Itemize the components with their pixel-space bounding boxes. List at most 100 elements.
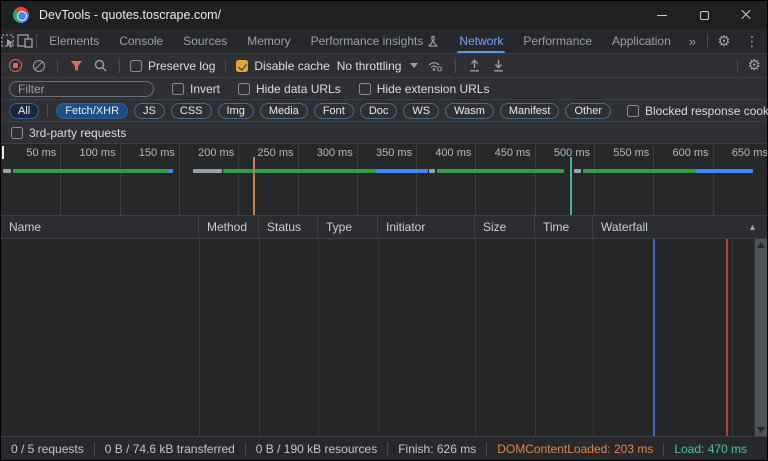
column-header-size[interactable]: Size (475, 216, 535, 238)
checkbox-icon (359, 83, 371, 95)
scrollbar[interactable] (754, 239, 767, 436)
filter-pill-all[interactable]: All (9, 103, 39, 119)
tab-label: Performance insights (311, 34, 424, 48)
network-conditions-button[interactable] (425, 60, 445, 72)
settings-button[interactable]: ⚙ (711, 34, 737, 49)
filter-pill-wasm[interactable]: Wasm (445, 103, 494, 119)
filter-pill-css[interactable]: CSS (171, 103, 212, 119)
column-header-label: Time (543, 220, 569, 234)
devtools-window: DevTools - quotes.toscrape.com/ Elements… (0, 0, 768, 461)
checkbox-icon (130, 60, 142, 72)
filter-input[interactable] (9, 81, 154, 97)
tab-elements[interactable]: Elements (39, 29, 109, 53)
third-party-requests-checkbox[interactable]: 3rd-party requests (11, 126, 126, 140)
tab-memory[interactable]: Memory (237, 29, 300, 53)
checkbox-icon (627, 105, 639, 117)
preserve-log-checkbox[interactable]: Preserve log (130, 59, 215, 73)
clear-network-log-button[interactable] (31, 60, 47, 72)
blocked-response-cookies-checkbox[interactable]: Blocked response cookies (627, 104, 768, 118)
import-har-button[interactable] (466, 59, 483, 72)
hide-data-urls-checkbox[interactable]: Hide data URLs (238, 82, 341, 96)
timeline-tick-label: 650 ms (708, 147, 767, 159)
filter-row: Invert Hide data URLs Hide extension URLs (1, 78, 767, 100)
invert-checkbox[interactable]: Invert (172, 82, 220, 96)
status-finish: Finish: 626 ms (398, 442, 476, 456)
filter-pill-other[interactable]: Other (565, 103, 611, 119)
gear-icon: ⚙ (748, 57, 761, 74)
sort-ascending-icon: ▲ (748, 222, 757, 232)
column-header-name[interactable]: Name (1, 216, 199, 238)
filter-pill-fetch-xhr[interactable]: Fetch/XHR (56, 103, 128, 119)
window-controls (641, 1, 767, 29)
timeline-tick-label: 500 ms (530, 147, 590, 159)
column-header-method[interactable]: Method (199, 216, 259, 238)
requests-table-body[interactable] (1, 239, 767, 436)
column-header-time[interactable]: Time (535, 216, 593, 238)
throttling-select[interactable]: No throttling (337, 59, 419, 73)
more-tabs-button[interactable]: » (681, 29, 704, 53)
record-network-log-button[interactable] (7, 59, 24, 72)
timeline-tick-label: 150 ms (115, 147, 175, 159)
status-divider (486, 442, 487, 456)
filter-pill-doc[interactable]: Doc (360, 103, 398, 119)
column-header-waterfall[interactable]: Waterfall▲ (593, 216, 767, 238)
status-domcontentloaded: DOMContentLoaded: 203 ms (497, 442, 653, 456)
column-header-type[interactable]: Type (318, 216, 378, 238)
timeline-tick-label: 350 ms (352, 147, 412, 159)
load-line (726, 239, 728, 436)
hide-extension-urls-label: Hide extension URLs (377, 82, 490, 96)
status-divider (663, 442, 664, 456)
throttling-value: No throttling (337, 59, 402, 73)
tab-network[interactable]: Network (449, 29, 513, 53)
filter-pill-media[interactable]: Media (260, 103, 308, 119)
requests-table-header: NameMethodStatusTypeInitiatorSize Time Wat… (1, 216, 767, 239)
export-har-button[interactable] (490, 59, 507, 72)
column-header-initiator[interactable]: Initiator (378, 216, 475, 238)
network-settings-button[interactable]: ⚙ (748, 58, 761, 73)
waterfall-gridline (732, 239, 733, 436)
status-divider (387, 442, 388, 456)
disable-cache-checkbox[interactable]: Disable cache (236, 59, 329, 73)
device-toolbar-button[interactable] (17, 29, 33, 53)
main-tabs: Elements Console SourcesMemory Performance … (39, 29, 681, 53)
tab-application[interactable]: Application (602, 29, 681, 53)
tab-performance[interactable]: Performance (513, 29, 602, 53)
scroll-down-icon (757, 427, 765, 433)
filter-pill-img[interactable]: Img (218, 103, 254, 119)
inspect-element-button[interactable] (1, 29, 17, 53)
filter-pill-js[interactable]: JS (134, 103, 165, 119)
filter-toggle-button[interactable] (68, 60, 85, 72)
filter-pill-font[interactable]: Font (314, 103, 354, 119)
network-overview-timeline[interactable]: 50 ms100 ms150 ms200 ms250 ms300 ms350 m… (1, 144, 767, 216)
overview-request-bar-green (437, 169, 564, 173)
overview-request-bar-green (13, 169, 168, 173)
tab-console[interactable]: Console (109, 29, 173, 53)
timeline-tick-label: 250 ms (234, 147, 294, 159)
invert-label: Invert (190, 82, 220, 96)
status-load: Load: 470 ms (674, 442, 747, 456)
search-button[interactable] (92, 59, 109, 72)
preserve-log-label: Preserve log (148, 59, 215, 73)
network-status-bar: 0 / 5 requests0 B / 74.6 kB transferred0… (1, 436, 767, 460)
minimize-button[interactable] (641, 1, 683, 29)
tab-label: Console (119, 34, 163, 48)
filter-pill-manifest[interactable]: Manifest (500, 103, 560, 119)
filter-pill-ws[interactable]: WS (403, 103, 439, 119)
chrome-logo-icon (13, 7, 29, 23)
tab-label: Network (459, 34, 503, 48)
column-separator (535, 239, 536, 436)
close-button[interactable] (725, 1, 767, 29)
status-0-b-190-kb-resources: 0 B / 190 kB resources (256, 442, 377, 456)
third-party-row: 3rd-party requests (1, 122, 767, 144)
column-header-status[interactable]: Status (259, 216, 318, 238)
maximize-button[interactable] (683, 1, 725, 29)
hide-extension-urls-checkbox[interactable]: Hide extension URLs (359, 82, 490, 96)
timeline-tick-label: 50 ms (1, 147, 56, 159)
status-0-5-requests: 0 / 5 requests (11, 442, 84, 456)
tab-performance-insights[interactable]: Performance insights (301, 29, 450, 53)
customize-devtools-button[interactable]: ⋮ (737, 34, 767, 49)
network-conditions-icon (427, 60, 443, 72)
toolbar-divider (737, 59, 738, 73)
tab-sources[interactable]: Sources (173, 29, 237, 53)
overview-request-bar-green (223, 169, 375, 173)
